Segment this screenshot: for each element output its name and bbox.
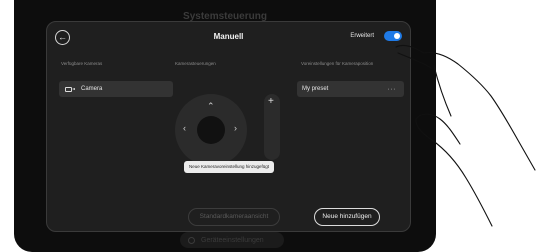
hand-illustration (395, 44, 536, 227)
